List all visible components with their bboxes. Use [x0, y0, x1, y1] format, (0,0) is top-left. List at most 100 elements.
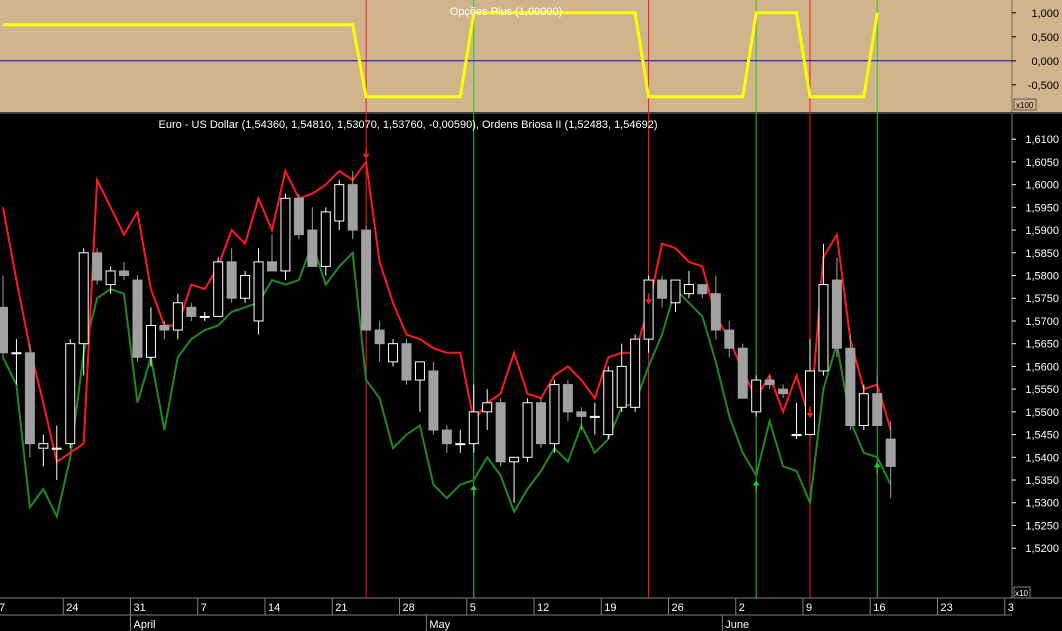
- price-chart-title: Euro - US Dollar (1,54360, 1,54810, 1,53…: [159, 119, 658, 131]
- month-label: June: [725, 619, 749, 631]
- candle-body-down: [347, 184, 358, 231]
- oscillator-y-tick-label: 1,000: [1031, 8, 1059, 20]
- time-tick-label: 21: [335, 602, 347, 614]
- candle-body-up: [105, 270, 116, 286]
- price-y-tick-label: 1,5200: [1025, 543, 1059, 555]
- time-tick-label: 28: [403, 602, 415, 614]
- candle-body-up: [468, 411, 479, 445]
- candle-body-down: [159, 325, 170, 331]
- candle-body-down: [536, 402, 546, 445]
- candle-body-down: [132, 279, 143, 358]
- candle-body-up: [65, 343, 76, 445]
- price-y-tick-label: 1,5800: [1025, 271, 1059, 283]
- time-tick-label: 7: [201, 602, 207, 614]
- price-y-tick-label: 1,5350: [1025, 475, 1059, 487]
- time-tick-label: 19: [604, 602, 616, 614]
- price-y-tick-label: 1,5850: [1025, 248, 1059, 260]
- price-y-tick-label: 1,5550: [1025, 384, 1059, 396]
- candle-body-up: [670, 279, 681, 304]
- price-y-tick-label: 1,5400: [1025, 452, 1059, 464]
- candle-body-down: [845, 347, 856, 426]
- time-tick-label: 26: [672, 602, 684, 614]
- candle-body-up: [791, 434, 802, 437]
- price-y-tick-label: 1,5900: [1025, 225, 1059, 237]
- time-tick-label: 5: [470, 602, 476, 614]
- time-tick-label: 12: [537, 602, 549, 614]
- candle-body-up: [199, 315, 210, 318]
- candle-body-up: [509, 456, 520, 463]
- oscillator-title: Opções Plus (1,00000): [450, 6, 563, 18]
- price-y-tick-label: 1,6100: [1025, 134, 1059, 146]
- oscillator-y-tick-label: -0,500: [1028, 80, 1059, 92]
- candle-body-down: [92, 252, 103, 281]
- oscillator-scale-label: x100: [1016, 101, 1034, 110]
- time-tick-label: 31: [134, 602, 146, 614]
- price-y-tick-label: 1,5250: [1025, 520, 1059, 532]
- oscillator-y-tick-label: 0,000: [1031, 56, 1059, 68]
- candle-body-up: [51, 447, 62, 450]
- candle-body-up: [145, 325, 156, 358]
- candle-body-up: [805, 370, 815, 436]
- candle-body-down: [657, 279, 668, 299]
- price-y-tick-label: 1,5950: [1025, 202, 1059, 214]
- price-y-tick-label: 1,5750: [1025, 293, 1059, 305]
- candle-body-up: [11, 352, 22, 355]
- price-y-tick-label: 1,5600: [1025, 361, 1059, 373]
- candle-body-down: [186, 306, 197, 317]
- candle-body-up: [858, 393, 869, 426]
- candle-body-up: [280, 197, 291, 272]
- candle-body-down: [576, 411, 587, 417]
- trading-chart: 1,000 0,500 0,000 -0,500 1,6100 1,6050 1,6000…: [0, 0, 1062, 631]
- price-y-tick-label: 1,5700: [1025, 316, 1059, 328]
- candle-body-down: [401, 343, 412, 381]
- time-tick-label: 9: [806, 602, 812, 614]
- candle-body-up: [683, 284, 694, 295]
- candle-body-up: [455, 443, 466, 446]
- candle-body-up: [643, 279, 654, 340]
- time-tick-label: 14: [268, 602, 280, 614]
- candle-body-down: [710, 293, 721, 331]
- candle-body-down: [697, 284, 708, 295]
- candle-body-up: [253, 261, 264, 322]
- time-tick-label: 23: [941, 602, 953, 614]
- candle-body-down: [0, 306, 8, 354]
- candle-body-up: [818, 284, 829, 372]
- candle-body-up: [213, 261, 224, 317]
- candle-body-down: [226, 261, 237, 299]
- candle-body-up: [172, 302, 183, 331]
- candle-body-up: [388, 343, 399, 363]
- time-tick-label: 3: [1008, 602, 1014, 614]
- candle-body-down: [778, 388, 789, 395]
- candle-body-up: [414, 361, 425, 381]
- price-y-tick-label: 1,6000: [1025, 180, 1059, 192]
- month-label: April: [134, 619, 156, 631]
- candle-body-down: [361, 229, 372, 331]
- time-tick-label: 24: [66, 602, 78, 614]
- candle-body-up: [522, 402, 533, 458]
- price-y-tick-label: 1,5300: [1025, 498, 1059, 510]
- candle-body-down: [831, 279, 842, 349]
- candle-body-up: [78, 252, 89, 345]
- candle-body-down: [872, 393, 883, 426]
- candle-body-down: [885, 438, 896, 467]
- price-y-tick-label: 1,5650: [1025, 339, 1059, 351]
- price-scale-label: x10: [1015, 589, 1028, 598]
- candle-body-down: [764, 379, 775, 386]
- chart-window: 1,000 0,500 0,000 -0,500 1,6100 1,6050 1,6000…: [0, 0, 1062, 631]
- oscillator-y-tick-label: 0,500: [1031, 32, 1059, 44]
- candle-body-up: [482, 402, 493, 413]
- candle-body-up: [630, 338, 641, 408]
- candle-body-up: [549, 384, 560, 445]
- candle-body-down: [441, 429, 452, 445]
- price-y-tick-label: 1,6050: [1025, 157, 1059, 169]
- candle-body-down: [724, 329, 735, 349]
- price-y-tick-label: 1,5500: [1025, 407, 1059, 419]
- candle-body-up: [240, 275, 251, 299]
- price-y-tick-label: 1,5450: [1025, 430, 1059, 442]
- candle-body-up: [616, 365, 627, 408]
- candle-body-up: [38, 443, 49, 449]
- candle-body-down: [374, 329, 385, 345]
- candle-body-down: [495, 402, 506, 463]
- candle-body-down: [428, 370, 439, 431]
- candle-body-down: [24, 352, 35, 445]
